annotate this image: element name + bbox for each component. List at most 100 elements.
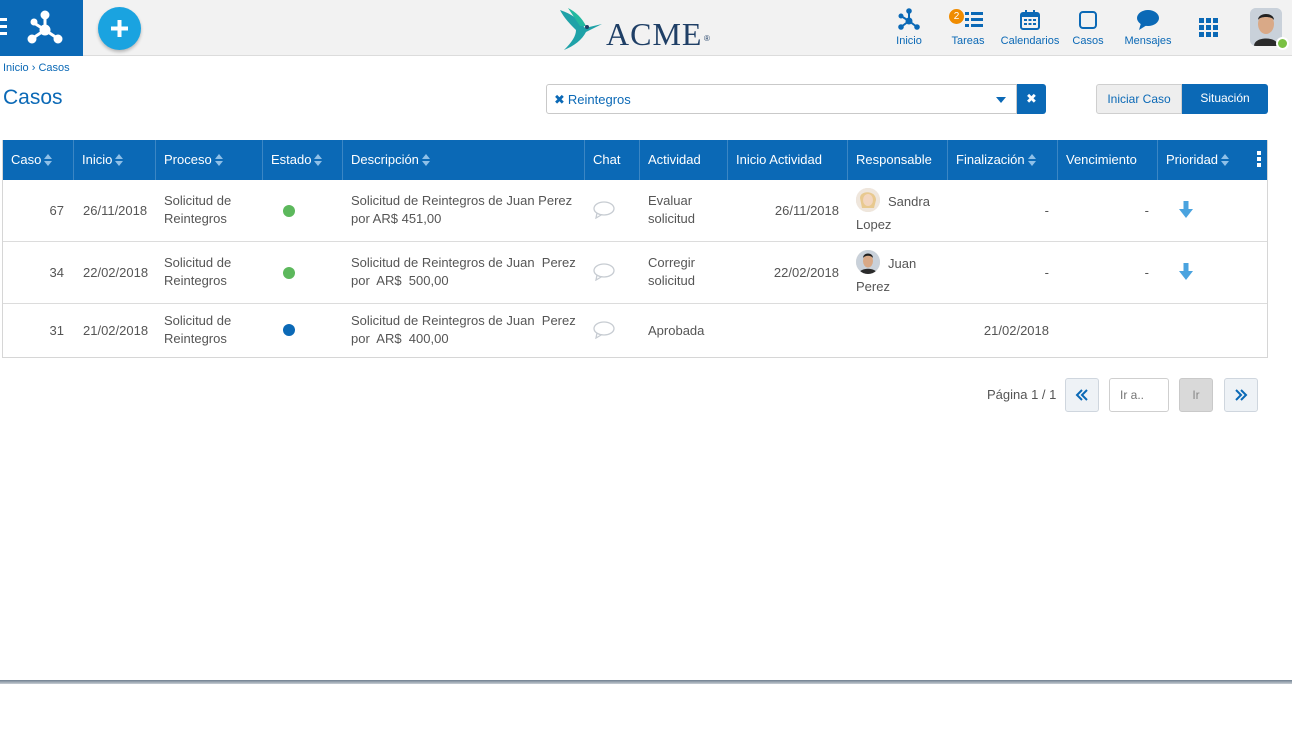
iniciar-caso-button[interactable]: Iniciar Caso	[1096, 84, 1182, 114]
col-vencimiento: Vencimiento	[1058, 140, 1158, 180]
col-label: Responsable	[856, 152, 932, 167]
double-chevron-right-icon	[1235, 389, 1248, 401]
col-estado[interactable]: Estado	[263, 140, 343, 180]
nav-casos[interactable]: Casos	[1071, 8, 1105, 52]
brand-name: ACME	[606, 16, 703, 52]
col-label: Estado	[271, 152, 312, 167]
col-label: Caso	[11, 152, 42, 167]
cell-vencimiento: -	[1144, 203, 1149, 218]
col-prioridad[interactable]: Prioridad	[1158, 140, 1269, 180]
col-label: Vencimiento	[1066, 152, 1137, 167]
registered-mark: ®	[704, 34, 710, 43]
table-row[interactable]: 31 21/02/2018 Solicitud de Reintegros So…	[3, 304, 1267, 357]
low-priority-arrow-icon[interactable]	[1179, 201, 1193, 219]
nav-label: Mensajes	[1124, 35, 1172, 47]
col-inicio[interactable]: Inicio	[74, 140, 156, 180]
nav-label: Casos	[1072, 35, 1104, 47]
cell-caso: 67	[49, 203, 64, 218]
table-header: Caso Inicio Proceso Estado Descripción C…	[3, 140, 1267, 180]
goto-page-input[interactable]	[1109, 378, 1169, 412]
apps-grid-icon[interactable]	[1199, 18, 1219, 38]
sort-icon	[44, 154, 53, 166]
process-network-icon[interactable]	[26, 9, 64, 47]
cell-responsable: Juan Perez	[856, 256, 917, 294]
cell-inicio-actividad: 22/02/2018	[773, 265, 839, 280]
nav-mensajes[interactable]: Mensajes	[1123, 8, 1173, 52]
chat-icon[interactable]	[593, 201, 615, 219]
col-label: Inicio	[82, 152, 113, 167]
process-filter-input[interactable]: ✖ Reintegros	[546, 84, 987, 114]
col-caso[interactable]: Caso	[3, 140, 74, 180]
col-label: Finalización	[956, 152, 1025, 167]
cell-descripcion: Solicitud de Reintegros de Juan Perez po…	[351, 193, 573, 226]
col-descripcion[interactable]: Descripción	[343, 140, 585, 180]
top-bar: ACME ® Inicio 2 Tareas Calendarios Casos…	[0, 0, 1292, 56]
cell-vencimiento: -	[1144, 265, 1149, 280]
sort-icon	[1027, 154, 1036, 166]
table-row[interactable]: 34 22/02/2018 Solicitud de Reintegros So…	[3, 242, 1267, 304]
home-menu-block[interactable]	[0, 0, 83, 56]
status-dot	[283, 324, 295, 336]
nav-label: Tareas	[951, 35, 985, 47]
chat-bubble-icon	[1137, 10, 1159, 30]
goto-page-button[interactable]: Ir	[1179, 378, 1213, 412]
cell-finalizacion: -	[1044, 265, 1049, 280]
cell-inicio: 21/02/2018	[83, 323, 149, 338]
sort-icon	[115, 154, 124, 166]
low-priority-arrow-icon[interactable]	[1179, 263, 1193, 281]
cell-inicio: 26/11/2018	[83, 203, 148, 218]
nav-calendarios[interactable]: Calendarios	[1000, 8, 1060, 52]
filter-tag: ✖ Reintegros	[554, 92, 631, 108]
col-label: Actividad	[648, 152, 701, 167]
breadcrumb-current-link[interactable]: Casos	[38, 62, 69, 74]
status-dot	[283, 205, 295, 217]
nav-inicio[interactable]: Inicio	[890, 8, 928, 52]
breadcrumb: Inicio › Casos	[3, 62, 70, 74]
cell-inicio-actividad: 26/11/2018	[774, 203, 839, 218]
hummingbird-logo-icon	[560, 8, 602, 50]
sort-icon	[314, 154, 323, 166]
page-title: Casos	[3, 86, 63, 109]
cell-proceso: Solicitud de Reintegros	[164, 313, 232, 346]
column-menu-icon[interactable]	[1257, 151, 1261, 169]
col-inicio-actividad: Inicio Actividad	[728, 140, 848, 180]
col-finalizacion[interactable]: Finalización	[948, 140, 1058, 180]
col-label: Chat	[593, 152, 621, 167]
new-case-button[interactable]	[98, 7, 141, 50]
nav-tareas[interactable]: 2 Tareas	[948, 8, 988, 52]
chat-icon[interactable]	[593, 263, 615, 281]
cell-actividad: Corregir solicitud	[648, 255, 695, 288]
status-dot	[283, 267, 295, 279]
cell-descripcion: Solicitud de Reintegros de Juan Perez po…	[351, 255, 580, 288]
cell-inicio: 22/02/2018	[83, 265, 149, 280]
cell-proceso: Solicitud de Reintegros	[164, 193, 232, 226]
first-page-button[interactable]	[1065, 378, 1099, 412]
filter-clear-button[interactable]: ✖	[1017, 84, 1046, 114]
col-label: Inicio Actividad	[736, 152, 822, 167]
cell-caso: 34	[49, 265, 64, 280]
calendar-icon	[1020, 10, 1040, 30]
last-page-button[interactable]	[1224, 378, 1258, 412]
square-icon	[1079, 11, 1097, 29]
breadcrumb-home-link[interactable]: Inicio	[3, 62, 29, 74]
tasks-count-badge: 2	[949, 9, 964, 24]
cell-actividad: Evaluar solicitud	[648, 193, 695, 226]
cell-responsable: Sandra Lopez	[856, 194, 930, 232]
situacion-button[interactable]: Situación	[1182, 84, 1268, 114]
network-icon	[898, 8, 920, 30]
filter-tag-label: Reintegros	[567, 92, 631, 107]
col-actividad: Actividad	[640, 140, 728, 180]
cell-actividad: Aprobada	[648, 323, 705, 338]
col-proceso[interactable]: Proceso	[156, 140, 263, 180]
chat-icon[interactable]	[593, 321, 615, 339]
nav-label: Inicio	[896, 35, 922, 47]
cell-caso: 31	[49, 323, 64, 338]
tasks-icon	[965, 12, 983, 27]
sort-icon	[1221, 154, 1230, 166]
col-label: Prioridad	[1166, 152, 1219, 167]
table-row[interactable]: 67 26/11/2018 Solicitud de Reintegros So…	[3, 180, 1267, 242]
cell-descripcion: Solicitud de Reintegros de Juan Perez po…	[351, 313, 580, 346]
hamburger-icon[interactable]	[0, 18, 7, 36]
filter-dropdown-button[interactable]	[986, 84, 1017, 114]
filter-tag-remove-icon[interactable]: ✖	[554, 92, 565, 107]
